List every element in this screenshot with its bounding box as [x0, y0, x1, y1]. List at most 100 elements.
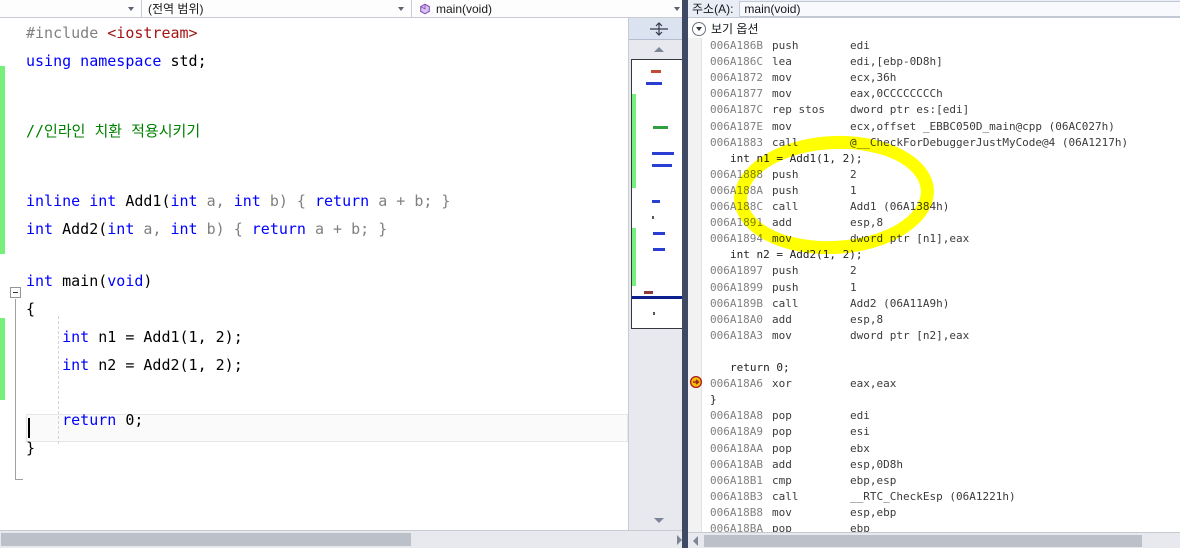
project-selector-dropdown[interactable]: [0, 0, 142, 18]
disassembly-row[interactable]: 006A189B call Add2 (06A11A9h): [688, 296, 1180, 312]
disassembly-row[interactable]: 006A18A3 mov dword ptr [n2],eax: [688, 328, 1180, 344]
address-input[interactable]: main(void): [739, 0, 1180, 17]
disassembly-row[interactable]: 006A18B3 call __RTC_CheckEsp (06A1221h): [688, 489, 1180, 505]
indent-guide: [58, 316, 59, 444]
disassembly-row[interactable]: 006A187C rep stos dword ptr es:[edi]: [688, 102, 1180, 118]
disassembly-row[interactable]: 006A18A6 xor eax,eax: [688, 375, 1180, 392]
code-line: {: [26, 295, 35, 323]
code-token: return: [62, 411, 117, 429]
source-line-in-disassembly: return 0;: [730, 361, 790, 374]
scroll-down-button[interactable]: [629, 512, 688, 528]
disassembly-row[interactable]: 006A18A9 pop esi: [688, 424, 1180, 440]
disassembly-row[interactable]: return 0;: [688, 360, 1180, 376]
disassembly-hscroll-thumb[interactable]: [704, 535, 1142, 547]
minimap[interactable]: [631, 59, 686, 329]
instruction-address: 006A18BA: [710, 522, 763, 532]
disassembly-row[interactable]: 006A1897 push 2: [688, 263, 1180, 279]
code-token: int: [107, 220, 135, 238]
view-options-bar[interactable]: 보기 옵션: [688, 19, 1180, 38]
disassembly-row[interactable]: 006A188C call Add1 (06A1384h): [688, 199, 1180, 215]
instruction-operands: dword ptr [n1],eax: [850, 232, 970, 246]
editor-hscroll-thumb[interactable]: [1, 533, 411, 546]
instruction-mnemonic: mov: [772, 328, 792, 342]
code-token: int: [62, 356, 90, 374]
instruction-address: 006A186B: [710, 39, 763, 52]
fold-region-line: [15, 299, 16, 479]
disassembly-row[interactable]: int n2 = Add2(1, 2);: [688, 247, 1180, 263]
code-token: a,: [197, 192, 234, 210]
code-line: }: [26, 434, 35, 462]
instruction-operands: esp,0D8h: [850, 457, 903, 471]
split-view-button[interactable]: [629, 18, 688, 40]
collapse-main-icon[interactable]: [10, 287, 21, 298]
instruction-address: 006A1888: [710, 167, 763, 181]
chevron-down-circle-icon[interactable]: [692, 21, 706, 36]
disassembly-row[interactable]: 006A18A0 add esp,8: [688, 312, 1180, 328]
instruction-mnemonic: rep stos: [772, 103, 825, 117]
disassembly-row[interactable]: 006A1899 push 1: [688, 280, 1180, 296]
scroll-left-button[interactable]: [688, 533, 703, 548]
minimap-viewport-indicator[interactable]: [632, 296, 685, 299]
disassembly-row[interactable]: 006A1877 mov eax,0CCCCCCCCh: [688, 86, 1180, 102]
instruction-address: 006A187C: [710, 103, 763, 117]
code-text-area[interactable]: #include <iostream> using namespace std; /…: [0, 18, 628, 530]
instruction-mnemonic: pop: [772, 425, 792, 439]
chevron-down-icon: [395, 2, 407, 16]
disassembly-row[interactable]: int n1 = Add1(1, 2);: [688, 151, 1180, 167]
scroll-up-button[interactable]: [629, 41, 688, 57]
minimap-change-bar: [632, 228, 636, 286]
current-statement-arrow-icon[interactable]: [689, 375, 703, 389]
disassembly-row[interactable]: 006A18A8 pop edi: [688, 408, 1180, 424]
disassembly-row[interactable]: 006A186B push edi: [688, 38, 1180, 54]
disassembly-row[interactable]: 006A1883 call @__CheckForDebuggerJustMyCod…: [688, 135, 1180, 151]
scope-selector-dropdown[interactable]: (전역 범위): [142, 0, 412, 18]
editor-horizontal-scrollbar[interactable]: [0, 530, 688, 548]
instruction-address: 006A18B1: [710, 473, 763, 487]
member-selector-dropdown[interactable]: main(void): [412, 0, 688, 18]
instruction-mnemonic: push: [772, 167, 799, 181]
code-token: using namespace: [26, 52, 162, 70]
instruction-mnemonic: pop: [772, 409, 792, 423]
code-line: //인라인 치환 적용시키기: [26, 117, 200, 145]
disassembly-listing[interactable]: 006A186B push edi 006A186C lea edi,[ebp-0D8h]…: [688, 38, 1180, 532]
instruction-mnemonic: add: [772, 312, 792, 326]
disassembly-row[interactable]: 006A18BA pop ebp: [688, 521, 1180, 532]
disassembly-row[interactable]: 006A18AA pop ebx: [688, 441, 1180, 457]
disassembly-horizontal-scrollbar[interactable]: [688, 532, 1180, 548]
code-line: using namespace std;: [26, 47, 207, 75]
disassembly-row[interactable]: }: [688, 392, 1180, 408]
disassembly-row[interactable]: 006A1891 add esp,8: [688, 215, 1180, 231]
code-token: void: [107, 272, 144, 290]
vertical-scroll-column[interactable]: [628, 18, 688, 530]
disassembly-row[interactable]: 006A186C lea edi,[ebp-0D8h]: [688, 54, 1180, 70]
disassembly-row[interactable]: 006A187E mov ecx,offset _EBBC050D_main@cpp…: [688, 119, 1180, 135]
outlining-gutter[interactable]: [5, 18, 28, 530]
disassembly-row[interactable]: 006A18B8 mov esp,ebp: [688, 505, 1180, 521]
instruction-mnemonic: lea: [772, 55, 792, 69]
address-label: 주소(A):: [692, 2, 734, 16]
instruction-operands: 1: [850, 183, 857, 197]
code-line: return 0;: [26, 406, 143, 434]
disassembly-row[interactable]: 006A1888 push 2: [688, 167, 1180, 183]
code-token: inline int: [26, 192, 117, 210]
disassembly-row[interactable]: 006A18B1 cmp ebp,esp: [688, 473, 1180, 489]
instruction-operands: __RTC_CheckEsp (06A1221h): [850, 489, 1016, 503]
disassembly-row[interactable]: 006A188A push 1: [688, 183, 1180, 199]
disassembly-row[interactable]: 006A18AB add esp,0D8h: [688, 457, 1180, 473]
scope-selector-label: (전역 범위): [148, 2, 204, 16]
minimap-token: [652, 164, 672, 167]
code-token: 0;: [116, 411, 144, 429]
instruction-mnemonic: cmp: [772, 473, 792, 487]
disassembly-row[interactable]: [688, 344, 1180, 360]
instruction-address: 006A18A3: [710, 328, 763, 342]
code-token: b) {: [197, 220, 252, 238]
member-selector-label: main(void): [436, 1, 493, 16]
instruction-mnemonic: call: [772, 135, 799, 149]
minimap-token: [644, 291, 653, 294]
disassembly-row[interactable]: 006A1872 mov ecx,36h: [688, 70, 1180, 86]
instruction-operands: edi: [850, 39, 870, 52]
code-line: int Add2(int a, int b) { return a + b; }: [26, 215, 387, 243]
disassembly-row[interactable]: 006A1894 mov dword ptr [n1],eax: [688, 231, 1180, 247]
code-token: Add2(: [53, 220, 108, 238]
